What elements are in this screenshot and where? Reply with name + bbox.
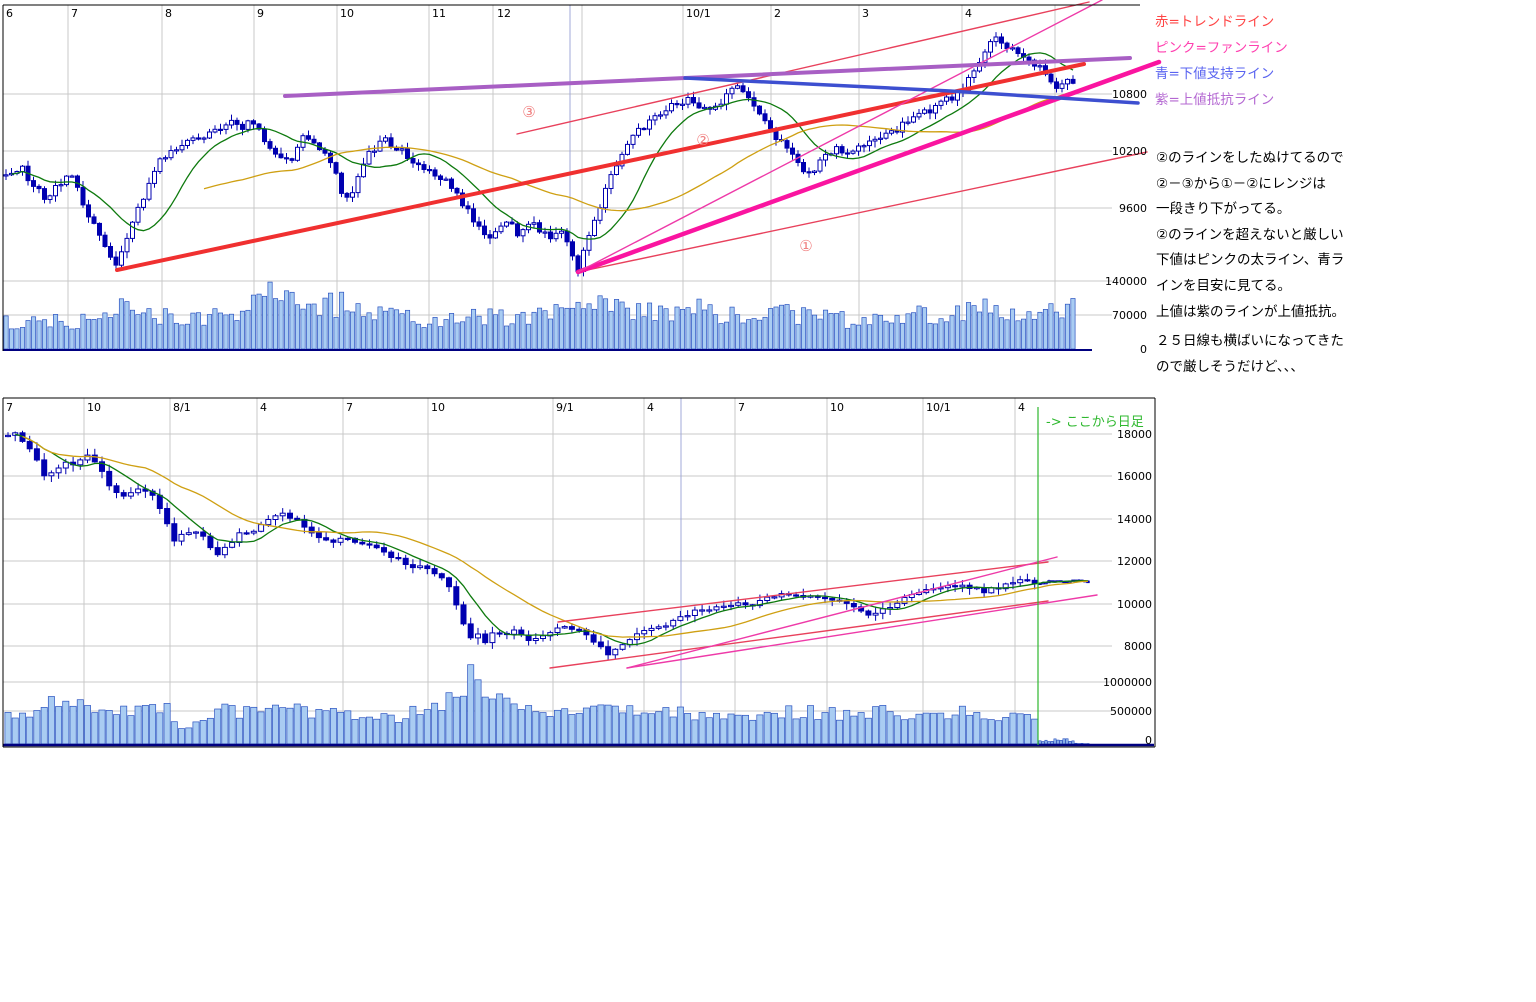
note-line: 上値は紫のラインが上値抵抗。	[1156, 300, 1345, 326]
x-axis-label: 7	[71, 7, 78, 20]
y-axis-label: 0	[1145, 734, 1152, 747]
note-line: ②のラインを超えないと厳しい	[1156, 223, 1345, 249]
channel-red-upper	[558, 562, 1048, 622]
x-axis-label: 3	[862, 7, 869, 20]
chart-page: ③②①1080010200960014000070000067891011121…	[0, 0, 1536, 1002]
fanline-number-label: ③	[522, 103, 535, 121]
x-axis-label: 4	[965, 7, 972, 20]
y-axis-label: 140000	[1105, 275, 1147, 288]
candlestick-series	[6, 431, 1090, 660]
y-axis-label: 14000	[1117, 513, 1152, 526]
trendline-red-thin-upper-3	[517, 2, 1089, 134]
x-axis-label: 4	[260, 401, 267, 414]
y-axis-label: 16000	[1117, 470, 1152, 483]
y-axis-label: 10000	[1117, 598, 1152, 611]
fanline-number-label: ①	[799, 237, 812, 255]
note-line: ②のラインをしたぬけてるので	[1156, 146, 1345, 172]
x-axis-label: 4	[1018, 401, 1025, 414]
daily-candlestick-chart: ③ ② ① 10800 10200 9600 140000 70000 0 6 7 8 9 10 11 12 1…	[3, 0, 1159, 356]
trendline-red-main-2	[117, 64, 1084, 270]
note-line: ので厳しそうだけど、、、	[1156, 355, 1345, 381]
fanline-pink-steep	[627, 557, 1057, 668]
y-axis-label: 8000	[1124, 640, 1152, 653]
x-axis-label: 9	[257, 7, 264, 20]
x-axis-label: 10	[830, 401, 844, 414]
x-axis-label: 4	[647, 401, 654, 414]
y-axis-label: 0	[1140, 343, 1147, 356]
legend-item: 赤=トレンドライン	[1155, 9, 1288, 35]
legend-item: 青=下値支持ライン	[1155, 61, 1288, 87]
fanline-number-label: ②	[696, 131, 709, 149]
y-axis-label: 10200	[1112, 145, 1147, 158]
x-axis-label: 10	[87, 401, 101, 414]
y-axis-label: 9600	[1119, 202, 1147, 215]
note-line: ２５日線も横ばいになってきた	[1156, 329, 1345, 355]
x-axis-label: 10	[340, 7, 354, 20]
note-line: インを目安に見てる。	[1156, 274, 1345, 300]
y-axis-label: 1000000	[1103, 676, 1152, 689]
note-line: ②－③から①－②にレンジは	[1156, 172, 1345, 198]
x-axis-label: 7	[346, 401, 353, 414]
x-axis-label: 10	[431, 401, 445, 414]
analysis-notes: ②のラインをしたぬけてるので②－③から①－②にレンジは一段きり下がってる。②のラ…	[1156, 146, 1345, 380]
x-axis-label: 10/1	[926, 401, 951, 414]
x-axis-label: 7	[6, 401, 13, 414]
channel-red-lower	[550, 601, 1048, 668]
volume-series	[4, 282, 1075, 349]
x-axis-label: 12	[497, 7, 511, 20]
legend-item: ピンク=ファンライン	[1155, 35, 1288, 61]
x-axis-label: 11	[432, 7, 446, 20]
y-axis-label: 500000	[1110, 705, 1152, 718]
x-axis-label: 9/1	[556, 401, 574, 414]
y-axis-label: 70000	[1112, 309, 1147, 322]
y-axis-label: 10800	[1112, 88, 1147, 101]
trendline-legend: 赤=トレンドラインピンク=ファンライン青=下値支持ライン紫=上値抵抗ライン	[1155, 9, 1288, 113]
x-axis-label: 6	[6, 7, 13, 20]
y-axis-label: 12000	[1117, 555, 1152, 568]
x-axis-label: 2	[774, 7, 781, 20]
y-axis-label: 18000	[1117, 428, 1152, 441]
volume-series	[5, 665, 1089, 745]
x-axis-label: 8/1	[173, 401, 191, 414]
weekly-candlestick-chart: -> ここから日足1800016000140001200010000800010…	[3, 398, 1155, 747]
x-axis-label: 7	[738, 401, 745, 414]
x-axis-label: 10/1	[686, 7, 711, 20]
fanline-pink-thin	[578, 0, 1102, 272]
x-axis-label: 8	[165, 7, 172, 20]
legend-item: 紫=上値抵抗ライン	[1155, 87, 1288, 113]
note-line: 下値はピンクの太ライン、青ラ	[1156, 248, 1345, 274]
note-line: 一段きり下がってる。	[1156, 197, 1345, 223]
